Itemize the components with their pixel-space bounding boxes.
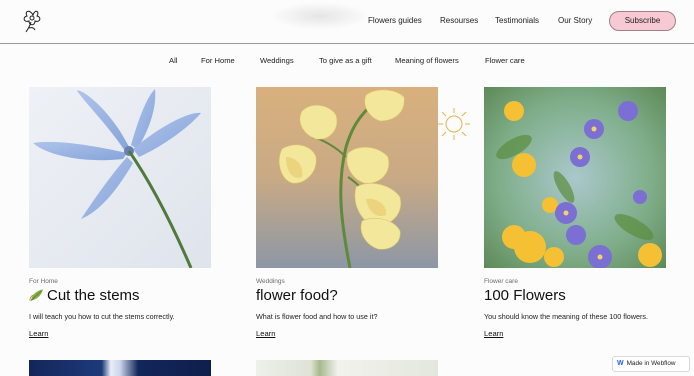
nav-testimonials[interactable]: Testimonials: [495, 16, 539, 25]
card-learn-link[interactable]: Learn: [256, 329, 275, 338]
category-for-home[interactable]: For Home: [201, 56, 235, 65]
card-image-sweet-pea[interactable]: [256, 87, 438, 268]
category-meaning[interactable]: Meaning of flowers: [395, 56, 459, 65]
webflow-badge-label: Made in Webflow: [626, 360, 676, 367]
card-category: For Home: [29, 278, 58, 285]
card-category: Flower care: [484, 278, 518, 285]
category-gift[interactable]: To give as a gift: [319, 56, 372, 65]
card-description: What is flower food and how to use it?: [256, 312, 378, 321]
category-weddings[interactable]: Weddings: [260, 56, 294, 65]
nav-flowers-guides[interactable]: Flowers guides: [368, 16, 422, 25]
card-image-mixed-flowers[interactable]: [484, 87, 666, 268]
nav-resourses[interactable]: Resourses: [440, 16, 478, 25]
flower-logo-icon[interactable]: [18, 5, 48, 35]
category-all[interactable]: All: [169, 56, 177, 65]
card-title-text: Cut the stems: [47, 287, 140, 304]
card-image-next-row[interactable]: [256, 360, 438, 376]
subscribe-button[interactable]: Subscribe: [609, 11, 676, 31]
card-description: You should know the meaning of these 100…: [484, 312, 648, 321]
card-title: 100 Flowers: [484, 287, 566, 304]
card-title: flower food?: [256, 287, 338, 304]
nav-our-story[interactable]: Our Story: [558, 16, 592, 25]
card-image-blue-flower[interactable]: [29, 87, 211, 268]
card-category: Weddings: [256, 278, 285, 285]
header-blur-decoration: [270, 2, 370, 30]
made-in-webflow-badge[interactable]: W Made in Webflow: [612, 356, 690, 372]
card-description: I will teach you how to cut the stems co…: [29, 312, 175, 321]
category-flower-care[interactable]: Flower care: [485, 56, 525, 65]
card-title: Cut the stems: [29, 287, 140, 304]
leaf-icon: [29, 289, 44, 301]
webflow-logo-icon: W: [617, 360, 624, 367]
site-header: Flowers guides Resourses Testimonials Ou…: [0, 0, 694, 44]
card-learn-link[interactable]: Learn: [29, 329, 48, 338]
sun-icon: [438, 108, 470, 140]
card-image-next-row[interactable]: [29, 360, 211, 376]
card-learn-link[interactable]: Learn: [484, 329, 503, 338]
